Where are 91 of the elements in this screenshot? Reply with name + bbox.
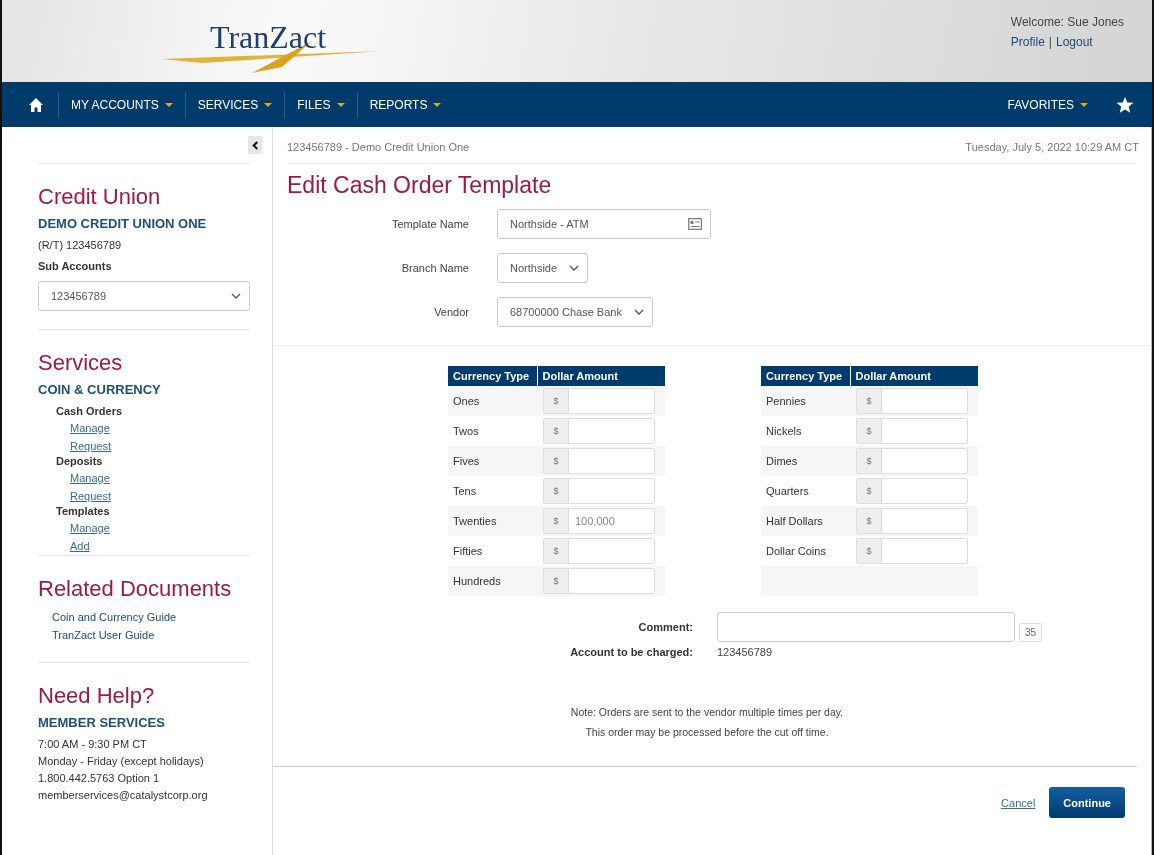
group-label: Deposits xyxy=(56,455,104,467)
page-title: Edit Cash Order Template xyxy=(287,172,553,199)
chevron-down-icon xyxy=(231,293,241,299)
separator-text: | xyxy=(1048,35,1052,49)
sidebar-link[interactable]: Request xyxy=(70,487,250,505)
comment-field[interactable] xyxy=(717,612,1015,642)
currency-type-cell: Pennies xyxy=(761,386,850,416)
continue-button[interactable]: Continue xyxy=(1049,787,1125,818)
text-field[interactable]: Northside - ATM xyxy=(497,209,711,239)
collapse-sidebar-button[interactable] xyxy=(248,136,262,154)
nav-menu[interactable]: MY ACCOUNTS xyxy=(58,91,185,118)
sidebar-link[interactable]: Manage xyxy=(70,469,250,487)
select-field[interactable]: 68700000 Chase Bank xyxy=(497,297,653,327)
favorites-menu[interactable]: FAVORITES xyxy=(995,91,1100,118)
amount-field[interactable]: $ xyxy=(856,418,968,444)
amount-field[interactable]: $ xyxy=(543,418,655,444)
sidebar-link[interactable]: Manage xyxy=(70,419,250,437)
breadcrumb: 123456789 - Demo Credit Union One xyxy=(287,141,470,153)
routing-number: (R/T) 123456789 xyxy=(38,239,123,251)
field-label: Template Name xyxy=(390,218,469,230)
nav-menu[interactable]: REPORTS xyxy=(356,91,454,118)
card-icon xyxy=(688,218,702,230)
currency-type-cell: Tens xyxy=(448,476,537,506)
amount-field[interactable]: $ xyxy=(543,478,655,504)
currency-type-cell: Nickels xyxy=(761,416,850,446)
currency-type-cell: Fifties xyxy=(448,536,537,566)
document-link[interactable]: Coin and Currency Guide xyxy=(52,608,250,626)
section-heading: Need Help? xyxy=(38,683,156,709)
field-label: Vendor xyxy=(433,306,469,318)
currency-type-cell: Hundreds xyxy=(448,566,537,596)
currency-type-cell: Fives xyxy=(448,446,537,476)
sub-account-select[interactable]: 123456789 xyxy=(38,281,250,311)
group-label: Templates xyxy=(56,505,111,517)
note-text: Note: Orders are sent to the vendor multiple times per day. xyxy=(570,706,844,718)
amount-field[interactable]: $ xyxy=(543,568,655,594)
credit-union-name: DEMO CREDIT UNION ONE xyxy=(38,216,208,231)
currency-type-cell: Dimes xyxy=(761,446,850,476)
column-header: Dollar Amount xyxy=(537,366,665,386)
help-text: memberservices@catalystcorp.org xyxy=(38,789,209,801)
note-text: This order may be processed before the cut off time. xyxy=(585,726,829,738)
amount-field[interactable]: $ xyxy=(543,448,655,474)
cancel-link[interactable]: Cancel xyxy=(1001,796,1036,809)
sidebar-link[interactable]: Add xyxy=(70,537,250,555)
star-icon[interactable] xyxy=(1116,95,1134,114)
field-label: Branch Name xyxy=(400,262,469,274)
currency-type-cell: Ones xyxy=(448,386,537,416)
help-text: 7:00 AM - 9:30 PM CT xyxy=(38,738,148,750)
chevron-down-icon xyxy=(569,265,580,271)
nav-menu[interactable]: SERVICES xyxy=(184,91,285,118)
help-heading: MEMBER SERVICES xyxy=(38,715,166,730)
column-header: Currency Type xyxy=(448,366,537,386)
help-text: Monday - Friday (except holidays) xyxy=(38,755,205,767)
amount-field[interactable]: $ xyxy=(543,388,655,414)
section-heading: Credit Union xyxy=(38,184,162,210)
sub-accounts-label: Sub Accounts xyxy=(38,260,113,272)
home-icon[interactable] xyxy=(28,96,44,113)
sidebar-link[interactable]: Request xyxy=(70,437,250,455)
column-header: Dollar Amount xyxy=(850,366,978,386)
amount-field[interactable]: $ xyxy=(856,478,968,504)
currency-type-cell: Dollar Coins xyxy=(761,536,850,566)
user-link[interactable]: Logout xyxy=(1055,35,1093,49)
chevron-down-icon xyxy=(633,309,644,315)
chevron-left-icon xyxy=(251,140,259,150)
amount-field[interactable]: $ xyxy=(856,508,968,534)
sidebar-link[interactable]: Manage xyxy=(70,519,250,537)
amount-field[interactable]: $ xyxy=(543,538,655,564)
welcome-text: Welcome: Sue Jones xyxy=(1010,15,1124,29)
currency-type-cell: Twos xyxy=(448,416,537,446)
help-text: 1.800.442.5763 Option 1 xyxy=(38,772,161,784)
amount-field[interactable]: $ xyxy=(856,448,968,474)
select-field[interactable]: Northside xyxy=(497,253,589,283)
account-number: 123456789 xyxy=(717,646,774,658)
logo[interactable]: TranZact xyxy=(210,18,327,56)
currency-type-cell: Twenties xyxy=(448,506,537,536)
category-heading: COIN & CURRENCY xyxy=(38,382,162,397)
column-header: Currency Type xyxy=(761,366,850,386)
comment-label: Comment: xyxy=(637,621,693,633)
account-label: Account to be charged: xyxy=(569,646,693,658)
section-heading: Related Documents xyxy=(38,576,233,602)
amount-field[interactable]: $ xyxy=(856,538,968,564)
currency-type-cell: Half Dollars xyxy=(761,506,850,536)
document-link[interactable]: TranZact User Guide xyxy=(52,626,250,644)
section-heading: Services xyxy=(38,350,124,376)
character-counter: 35 xyxy=(1019,623,1043,642)
amount-field[interactable]: $ 100,000 xyxy=(543,508,655,534)
date-text: Tuesday, July 5, 2022 10:29 AM CT xyxy=(965,141,1139,153)
nav-menu[interactable]: FILES xyxy=(284,91,357,118)
currency-type-cell: Quarters xyxy=(761,476,850,506)
group-label: Cash Orders xyxy=(56,405,124,417)
user-link[interactable]: Profile xyxy=(1010,35,1045,49)
amount-field[interactable]: $ xyxy=(856,388,968,414)
